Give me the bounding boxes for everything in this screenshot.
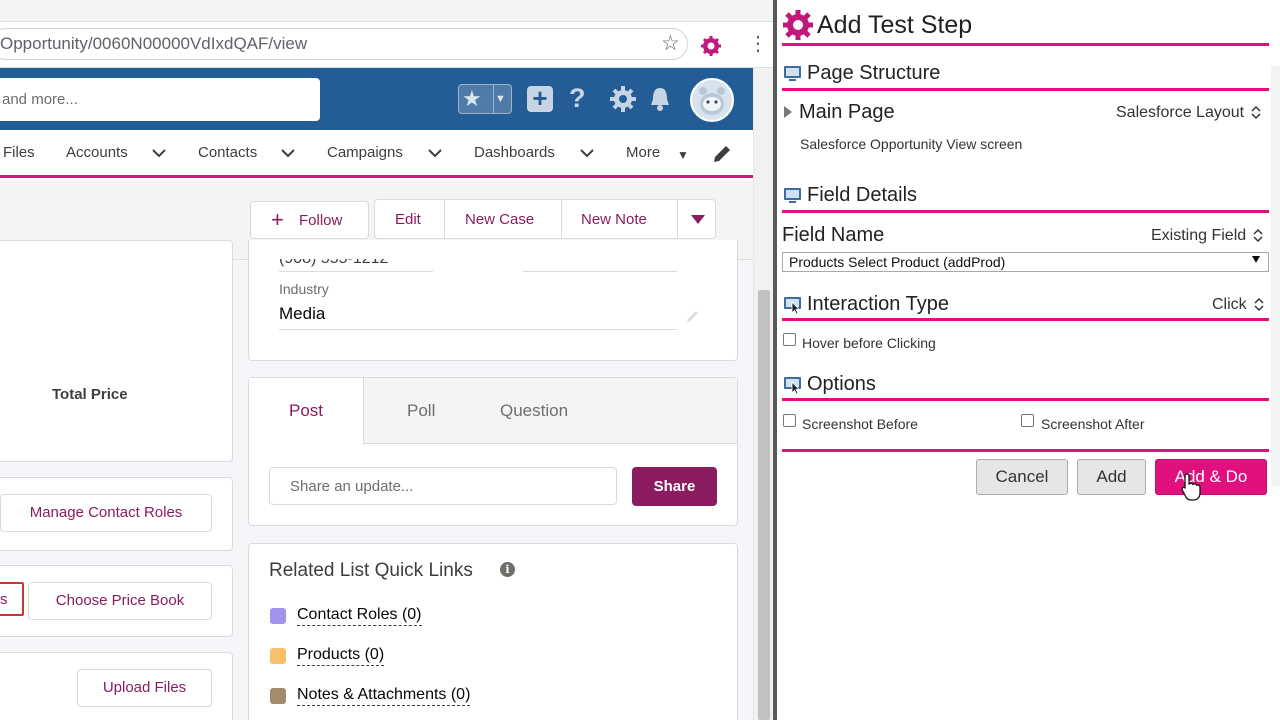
share-button[interactable]: Share (632, 467, 717, 506)
products-card (0, 240, 233, 462)
monitor-icon (784, 188, 801, 203)
record-action-buttons: Edit New Case New Note (374, 199, 716, 239)
interaction-type-select[interactable]: Click (1212, 296, 1247, 314)
chevron-down-icon[interactable] (280, 146, 296, 160)
monitor-cursor-icon (784, 297, 801, 314)
notifications-bell-icon[interactable] (648, 86, 672, 112)
screenshot-after-checkbox[interactable] (1021, 414, 1034, 427)
hover-before-clicking-label: Hover before Clicking (802, 335, 936, 351)
products-icon (270, 648, 286, 664)
choose-price-book-button[interactable]: Choose Price Book (28, 582, 212, 620)
follow-button[interactable]: + Follow (250, 201, 369, 239)
products-link[interactable]: Products (0) (297, 645, 385, 666)
browser-tabstrip (0, 0, 773, 22)
user-avatar[interactable] (690, 78, 734, 122)
add-button[interactable]: Add (1077, 459, 1146, 495)
field-name-label: Field Name (782, 224, 885, 246)
related-list-title: Related List Quick Links (269, 560, 473, 581)
select-updown-icon[interactable] (1251, 105, 1261, 120)
chevron-down-icon[interactable] (579, 146, 595, 160)
title-rule (782, 43, 1269, 46)
new-case-button[interactable]: New Case (465, 211, 534, 228)
favorites-dropdown-icon[interactable]: ▼ (495, 88, 506, 110)
address-bar-url[interactable]: Opportunity/0060N00000VdIxdQAF/view (0, 34, 307, 54)
screenshot-before-checkbox[interactable] (783, 414, 796, 427)
info-icon[interactable]: i (500, 562, 515, 577)
hand-cursor-icon (1181, 473, 1201, 501)
help-icon[interactable]: ? (569, 83, 586, 113)
monitor-icon (784, 66, 801, 81)
screen-name-text: Salesforce Opportunity View screen (800, 136, 1023, 152)
panel-title: Add Test Step (817, 11, 973, 39)
edit-button[interactable]: Edit (395, 211, 421, 228)
tab-poll[interactable]: Poll (407, 401, 435, 421)
notes-attachments-icon (270, 688, 286, 704)
select-updown-icon[interactable] (1254, 297, 1264, 312)
contact-roles-icon (270, 608, 286, 624)
new-note-button[interactable]: New Note (581, 211, 647, 228)
more-dropdown-icon[interactable]: ▼ (677, 148, 689, 162)
upload-files-button[interactable]: Upload Files (77, 669, 212, 707)
select-updown-icon[interactable] (1253, 228, 1263, 243)
industry-field-label: Industry (279, 281, 329, 297)
more-actions-dropdown-icon[interactable] (691, 215, 705, 224)
notes-attachments-link[interactable]: Notes & Attachments (0) (297, 685, 471, 706)
monitor-cursor-icon (784, 377, 801, 394)
nav-item-campaigns[interactable]: Campaigns (327, 144, 403, 161)
select-arrow-icon (1252, 256, 1260, 263)
page-scrollbar[interactable] (753, 68, 773, 720)
browser-menu-icon[interactable]: ⋮ (748, 32, 768, 56)
extension-gear-icon[interactable] (700, 35, 722, 57)
nav-item-contacts[interactable]: Contacts (198, 144, 257, 161)
field-type-select[interactable]: Existing Field (1151, 227, 1246, 245)
app-logo-gear-icon (783, 10, 813, 40)
contact-roles-link[interactable]: Contact Roles (0) (297, 605, 422, 626)
global-actions-plus-icon[interactable]: + (527, 85, 553, 112)
tab-question[interactable]: Question (500, 401, 568, 421)
share-update-placeholder: Share an update... (290, 478, 414, 495)
add-and-do-button[interactable]: Add & Do (1155, 459, 1267, 495)
screenshot-after-label: Screenshot After (1041, 416, 1145, 432)
total-price-label: Total Price (52, 386, 128, 403)
nav-item-dashboards[interactable]: Dashboards (474, 144, 555, 161)
setup-gear-icon[interactable] (609, 85, 637, 113)
chevron-down-icon[interactable] (151, 146, 167, 160)
field-select[interactable]: Products Select Product (addProd) (782, 252, 1269, 272)
favorites-button[interactable]: ★ ▼ (458, 84, 512, 114)
panel-scrollbar[interactable] (1271, 66, 1280, 486)
tab-post[interactable]: Post (289, 401, 323, 421)
manage-contact-roles-button[interactable]: Manage Contact Roles (0, 494, 212, 532)
hover-before-clicking-checkbox[interactable] (783, 333, 796, 346)
details-card (248, 240, 738, 361)
edit-nav-pencil-icon[interactable] (711, 143, 733, 165)
industry-field-value: Media (279, 304, 326, 323)
nav-item-more[interactable]: More (626, 144, 660, 161)
expand-page-icon[interactable] (784, 106, 792, 118)
main-page-label[interactable]: Main Page (799, 101, 895, 124)
layout-select[interactable]: Salesforce Layout (1116, 104, 1244, 122)
global-search-placeholder: and more... (2, 91, 78, 108)
edit-industry-pencil-icon[interactable] (686, 309, 700, 323)
favorites-star-icon: ★ (462, 86, 482, 111)
cancel-button[interactable]: Cancel (976, 459, 1068, 495)
nav-item-accounts[interactable]: Accounts (66, 144, 128, 161)
bookmark-star-icon[interactable]: ☆ (661, 33, 680, 55)
screenshot-before-label: Screenshot Before (802, 416, 918, 432)
page-structure-heading: Page Structure (807, 62, 941, 84)
chevron-down-icon[interactable] (427, 146, 443, 160)
field-details-heading: Field Details (807, 184, 918, 206)
page-scrollbar-thumb[interactable] (758, 290, 770, 720)
interaction-type-heading: Interaction Type (807, 293, 949, 315)
plus-icon: + (271, 207, 284, 232)
nav-item-files[interactable]: Files (3, 144, 35, 161)
options-heading: Options (807, 373, 876, 395)
